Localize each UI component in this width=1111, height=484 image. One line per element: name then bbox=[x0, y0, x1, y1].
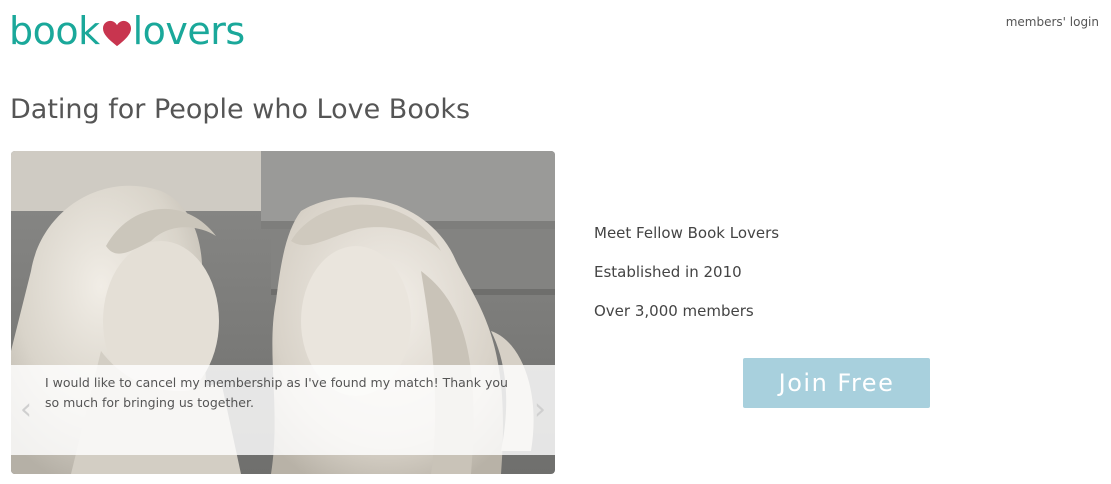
heart-icon bbox=[102, 20, 131, 47]
chevron-left-icon[interactable]: ‹ bbox=[17, 395, 35, 425]
site-logo[interactable]: book lovers bbox=[9, 6, 245, 56]
feature-item: Over 3,000 members bbox=[594, 302, 754, 320]
feature-list: Meet Fellow Book Lovers Established in 2… bbox=[594, 222, 779, 339]
page-title: Dating for People who Love Books bbox=[10, 94, 471, 125]
chevron-right-icon[interactable]: › bbox=[531, 395, 549, 425]
feature-item: Meet Fellow Book Lovers bbox=[594, 224, 780, 242]
members-login-link[interactable]: members' login bbox=[1006, 15, 1099, 29]
logo-text-lovers: lovers bbox=[132, 9, 246, 53]
join-free-button[interactable]: Join Free bbox=[743, 358, 930, 408]
testimonial-caption: I would like to cancel my membership as … bbox=[11, 365, 555, 455]
testimonial-slider: I would like to cancel my membership as … bbox=[11, 151, 555, 474]
logo-text-book: book bbox=[9, 9, 100, 53]
feature-item: Established in 2010 bbox=[594, 263, 742, 281]
testimonial-text: I would like to cancel my membership as … bbox=[45, 375, 508, 410]
